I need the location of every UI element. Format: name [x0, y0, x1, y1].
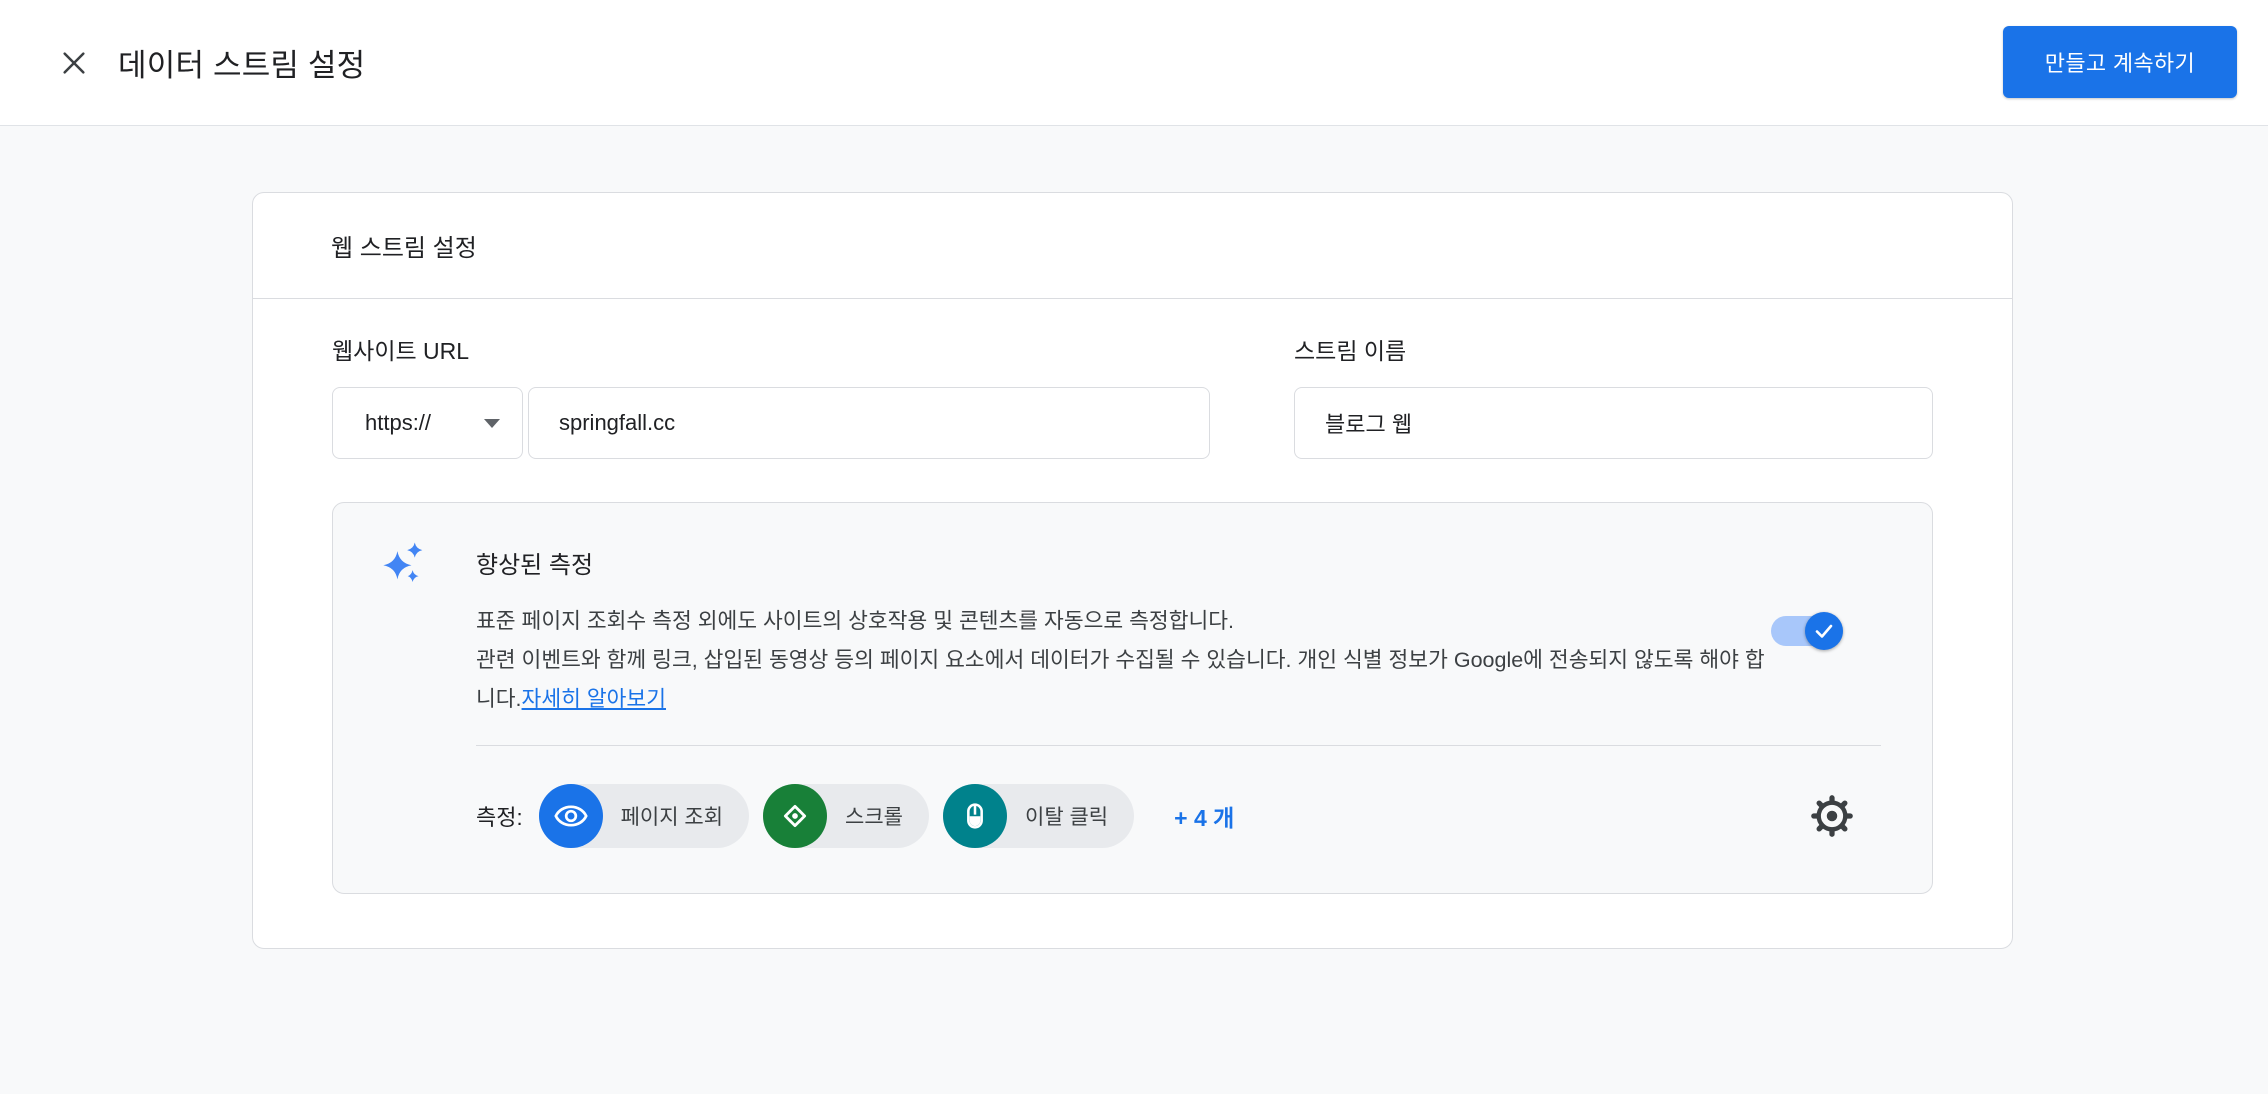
website-url-label: 웹사이트 URL	[332, 332, 1210, 366]
enhanced-measurement-toggle[interactable]	[1771, 616, 1842, 646]
stream-name-input[interactable]	[1294, 387, 1933, 459]
close-button[interactable]	[46, 35, 102, 91]
enhanced-measurement-panel: 향상된 측정 표준 페이지 조회수 측정 외에도 사이트의 상호작용 및 콘텐츠…	[332, 502, 1933, 894]
stream-name-field: 스트림 이름	[1294, 332, 1933, 459]
enhanced-measurement-header: 향상된 측정	[333, 503, 1932, 588]
measurement-chips-row: 측정: 페이지 조회	[476, 784, 1881, 848]
app-header: 데이터 스트림 설정 만들고 계속하기	[0, 0, 2268, 126]
website-url-field: 웹사이트 URL https://	[332, 332, 1210, 459]
card-title: 웹 스트림 설정	[331, 228, 477, 263]
enhanced-measurement-title: 향상된 측정	[476, 545, 593, 580]
description-line-1: 표준 페이지 조회수 측정 외에도 사이트의 상호작용 및 콘텐츠를 자동으로 …	[476, 609, 1234, 633]
create-continue-button[interactable]: 만들고 계속하기	[2003, 26, 2237, 98]
close-icon	[58, 47, 90, 79]
stream-name-label: 스트림 이름	[1294, 332, 1933, 366]
fields-row: 웹사이트 URL https:// 스트림 이름	[332, 332, 1933, 459]
data-stream-setup-screen: 데이터 스트림 설정 만들고 계속하기 웹 스트림 설정 웹사이트 URL ht…	[0, 0, 2268, 1094]
enhanced-measurement-description: 표준 페이지 조회수 측정 외에도 사이트의 상호작용 및 콘텐츠를 자동으로 …	[476, 602, 1772, 719]
dropdown-caret-icon	[484, 419, 500, 428]
eye-icon	[554, 799, 588, 833]
chip-scrolls: 스크롤	[763, 784, 929, 848]
description-line-2: 관련 이벤트와 함께 링크, 삽입된 동영상 등의 페이지 요소에서 데이터가 …	[476, 648, 1765, 711]
settings-gear-button[interactable]	[1810, 794, 1854, 838]
check-icon	[1812, 619, 1836, 643]
measuring-label: 측정:	[476, 800, 523, 832]
chip-outbound-clicks: 이탈 클릭	[943, 784, 1134, 848]
chip-page-views: 페이지 조회	[539, 784, 749, 848]
card-header: 웹 스트림 설정	[253, 193, 2012, 299]
card-body: 웹사이트 URL https:// 스트림 이름	[253, 332, 2012, 948]
protocol-select[interactable]: https://	[332, 387, 523, 459]
page-title: 데이터 스트림 설정	[118, 40, 365, 85]
scroll-icon	[778, 799, 812, 833]
panel-divider	[476, 745, 1881, 746]
learn-more-link[interactable]: 자세히 알아보기	[522, 687, 666, 711]
chip-label: 페이지 조회	[621, 801, 723, 831]
more-events-link[interactable]: + 4 개	[1174, 799, 1234, 833]
toggle-thumb	[1805, 612, 1843, 650]
gear-icon	[1811, 795, 1853, 837]
website-url-input[interactable]	[528, 387, 1210, 459]
chip-label: 스크롤	[845, 801, 903, 831]
sparkle-icon	[379, 536, 431, 588]
web-stream-card: 웹 스트림 설정 웹사이트 URL https:// 스트림 이름	[252, 192, 2013, 949]
mouse-icon	[959, 800, 991, 832]
chip-label: 이탈 클릭	[1025, 801, 1108, 831]
protocol-value: https://	[365, 410, 431, 436]
